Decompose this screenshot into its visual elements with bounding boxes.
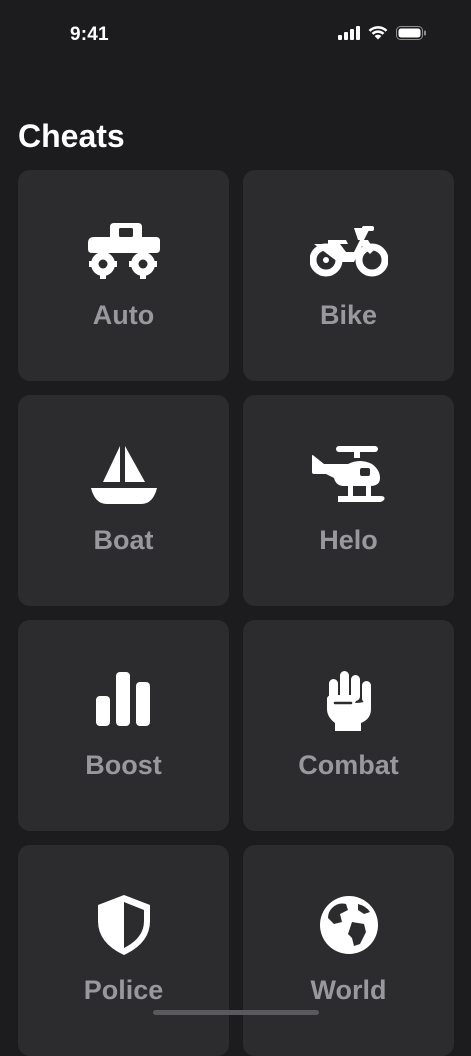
tile-label: Combat — [298, 750, 399, 780]
helicopter-icon — [309, 443, 389, 507]
motorcycle-icon — [309, 218, 389, 282]
tile-label: Auto — [92, 300, 155, 330]
page-title: Cheats — [18, 118, 125, 154]
bar-chart-icon — [84, 668, 164, 732]
globe-icon — [309, 893, 389, 957]
tile-label: Bike — [319, 300, 378, 330]
cheat-category-grid: Auto Bike Boat Helo Boost Combat Police … — [18, 170, 454, 1056]
wifi-icon — [368, 26, 388, 40]
tile-world[interactable]: World — [243, 845, 454, 1056]
home-indicator[interactable] — [153, 1010, 319, 1015]
tile-police[interactable]: Police — [18, 845, 229, 1056]
tile-label: Helo — [319, 525, 378, 555]
shield-icon — [84, 893, 164, 957]
tile-label: Boost — [85, 750, 162, 780]
monster-truck-icon — [84, 218, 164, 282]
status-time: 9:41 — [70, 24, 109, 45]
tile-label: Police — [83, 975, 164, 1005]
tile-combat[interactable]: Combat — [243, 620, 454, 831]
tile-boat[interactable]: Boat — [18, 395, 229, 606]
tile-label: Boat — [93, 525, 154, 555]
tile-label: World — [310, 975, 387, 1005]
tile-bike[interactable]: Bike — [243, 170, 454, 381]
status-bar: 9:41 — [0, 0, 471, 70]
battery-icon — [396, 25, 426, 40]
cellular-signal-icon — [338, 25, 360, 40]
status-icons — [338, 25, 427, 40]
tile-helo[interactable]: Helo — [243, 395, 454, 606]
sailboat-icon — [84, 443, 164, 507]
fist-icon — [309, 668, 389, 732]
tile-auto[interactable]: Auto — [18, 170, 229, 381]
tile-boost[interactable]: Boost — [18, 620, 229, 831]
